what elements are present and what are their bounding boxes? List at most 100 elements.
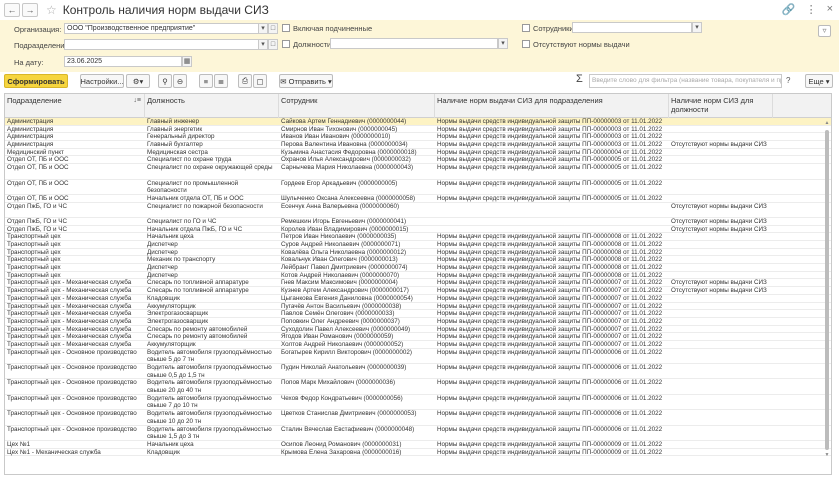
table-row[interactable]: Отдел ОТ, ПБ и ООС Специалист по охране о… <box>5 164 831 180</box>
employees-checkbox[interactable] <box>522 24 530 32</box>
include-subordinate-checkbox[interactable] <box>282 24 290 32</box>
table-row[interactable]: Администрация Генеральный директор Иванов … <box>5 133 831 142</box>
table-row[interactable]: Транспортный цех - Основное производство… <box>5 364 831 380</box>
table-row[interactable]: Транспортный цех - Механическая служба Сл… <box>5 333 831 341</box>
missing-norm-label: Отсутствуют нормы выдачи <box>533 40 630 49</box>
table-row[interactable]: Цех №1 - Механическая служба Кладовщик Кры… <box>5 449 831 457</box>
table-row[interactable]: Транспортный цех - Механическая служба Эл… <box>5 318 831 326</box>
table-row[interactable]: Администрация Главный энергетик Смирнов Ив… <box>5 126 831 134</box>
table-row[interactable]: Транспортный цех - Механическая служба Ак… <box>5 341 831 349</box>
table-row[interactable]: Транспортный цех - Основное производство… <box>5 410 831 426</box>
date-label: На дату: <box>14 58 44 67</box>
print-icon[interactable]: ⎙ <box>238 74 252 88</box>
table-row[interactable]: Отдел ОТ, ПБ и ООС Начальник отдела ОТ, П… <box>5 195 831 203</box>
link-icon[interactable]: 🔗 <box>782 3 796 16</box>
table-row[interactable]: Транспортный цех - Основное производство… <box>5 349 831 365</box>
table-row[interactable]: Цех №1 Начальник цеха Осипов Леонид Романо… <box>5 441 831 449</box>
cell-norm-subdivision: Нормы выдачи средств индивидуальной защи… <box>437 310 663 318</box>
cell-norm-subdivision: Нормы выдачи средств индивидуальной защи… <box>437 125 663 133</box>
positions-dropdown-icon[interactable]: ▾ <box>498 38 508 49</box>
subdivision-input[interactable] <box>64 39 260 50</box>
table-row[interactable]: Транспортный цех - Механическая служба Сл… <box>5 326 831 334</box>
table-row[interactable]: Администрация Главный инженер Сайкова Арте… <box>5 118 831 126</box>
search-input[interactable]: Введите слово для фильтра (название това… <box>589 74 782 88</box>
date-input[interactable]: 23.06.2025 <box>64 56 182 67</box>
table-row[interactable]: Транспортный цех - Механическая служба Сл… <box>5 279 831 288</box>
table-row[interactable]: Транспортный цех Начальник цеха Петров Ива… <box>5 233 831 242</box>
table-row[interactable]: Отдел ПжБ, ГО и ЧС Специалист по ГО и ЧС Р… <box>5 218 831 226</box>
more-menu-icon[interactable]: ⋮ <box>806 3 817 16</box>
table-row[interactable]: Отдел ОТ, ПБ и ООС Специалист по охране т… <box>5 156 831 165</box>
collapse-groups-icon[interactable]: ≣ <box>214 74 228 88</box>
table-row[interactable]: Отдел ПжБ, ГО и ЧС Специалист по пожарной… <box>5 203 831 218</box>
subdivision-dropdown-icon[interactable]: ▾ <box>258 39 268 50</box>
sum-icon[interactable]: Σ <box>576 73 583 85</box>
variants-dropdown-icon[interactable]: ⚙▾ <box>126 74 150 88</box>
employees-label: Сотрудники: <box>533 24 576 33</box>
subdivision-open-icon[interactable]: □ <box>268 39 278 50</box>
search-icon[interactable]: ⚲ <box>158 74 172 88</box>
table-row[interactable]: Транспортный цех - Механическая служба Эл… <box>5 310 831 318</box>
table-row[interactable]: Транспортный цех - Механическая служба Ак… <box>5 303 831 311</box>
table-row[interactable]: Отдел ОТ, ПБ и ООС Специалист по промышле… <box>5 180 831 195</box>
calendar-icon[interactable]: ▦ <box>182 56 192 67</box>
expand-groups-icon[interactable]: ≡ <box>199 74 213 88</box>
filter-funnel-icon[interactable]: ▿ <box>818 25 831 37</box>
favorite-star-icon[interactable]: ☆ <box>46 3 57 17</box>
column-header-employee[interactable]: Сотрудник <box>279 94 435 118</box>
cell-position: Диспетчер <box>147 264 178 272</box>
employees-dropdown-icon[interactable]: ▾ <box>692 22 702 33</box>
report-table[interactable]: Подразделение ↓≡ Должность Сотрудник Нал… <box>4 93 832 475</box>
cell-employee: Лейбрант Павел Дмитриевич (0000000074) <box>281 264 408 272</box>
cell-norm-subdivision: Нормы выдачи средств индивидуальной защи… <box>437 264 663 272</box>
table-row[interactable]: Администрация Главный бухгалтер Перова Вал… <box>5 141 831 149</box>
scroll-down-icon[interactable]: ▼ <box>824 452 830 458</box>
table-row[interactable]: Транспортный цех - Механическая служба Кл… <box>5 295 831 303</box>
preview-icon[interactable]: ▢ <box>253 74 267 88</box>
settings-button[interactable]: Настройки... <box>80 74 124 88</box>
close-icon[interactable]: × <box>827 3 833 16</box>
table-row[interactable]: Отдел ПжБ, ГО и ЧС Начальник отдела ПжБ, … <box>5 226 831 234</box>
table-row[interactable]: Транспортный цех Диспетчер Суров Андрей Ни… <box>5 241 831 249</box>
back-arrow-icon[interactable]: ← <box>4 3 20 17</box>
cell-employee: Кузьмина Анастасия Федоровна (0000000018… <box>281 148 417 156</box>
table-row[interactable]: Транспортный цех - Основное производство… <box>5 395 831 411</box>
scroll-up-icon[interactable]: ▲ <box>824 120 830 126</box>
employees-input[interactable] <box>572 22 692 33</box>
positions-input[interactable] <box>330 38 498 49</box>
column-header-subdivision[interactable]: Подразделение ↓≡ <box>5 94 145 118</box>
column-header-norm-subdivision[interactable]: Наличие норм выдачи СИЗ для подразделени… <box>435 94 669 118</box>
table-row[interactable]: Медицинский пункт Медицинская сестра Кузьм… <box>5 149 831 157</box>
help-icon[interactable]: ? <box>786 76 790 85</box>
table-row[interactable]: Транспортный цех - Основное производство… <box>5 426 831 442</box>
organization-input[interactable]: ООО "Производственное предприятие" <box>64 23 260 34</box>
table-row[interactable]: Транспортный цех Диспетчер Лейбрант Павел … <box>5 264 831 272</box>
forward-arrow-icon[interactable]: → <box>22 3 38 17</box>
column-header-norm-position[interactable]: Наличие норм СИЗ для должности <box>669 94 773 118</box>
organization-dropdown-icon[interactable]: ▾ <box>258 23 268 34</box>
table-row[interactable]: Транспортный цех Диспетчер Ковалёва Ольга … <box>5 249 831 257</box>
table-row[interactable]: Транспортный цех - Механическая служба Сл… <box>5 287 831 295</box>
cell-employee: Перова Валентина Ивановна (0000000034) <box>281 141 408 149</box>
organization-open-icon[interactable]: □ <box>268 23 278 34</box>
more-button[interactable]: Еще ▾ <box>805 74 833 88</box>
table-row[interactable]: Транспортный цех Диспетчер Котов Андрей Ни… <box>5 272 831 280</box>
cell-norm-subdivision: Нормы выдачи средств индивидуальной защи… <box>437 241 663 249</box>
sort-icon[interactable]: ↓≡ <box>133 96 141 105</box>
vertical-scrollbar[interactable]: ▲ ▼ <box>824 120 830 460</box>
search-clear-icon[interactable]: ⊖ <box>173 74 187 88</box>
scroll-thumb[interactable] <box>825 130 829 450</box>
positions-checkbox[interactable] <box>282 40 290 48</box>
cell-employee: Цыганкова Евгения Даниловна (0000000054) <box>281 294 413 302</box>
send-button[interactable]: ✉ Отправить ▾ <box>279 74 333 88</box>
cell-norm-subdivision: Нормы выдачи средств индивидуальной защи… <box>437 133 663 141</box>
table-row[interactable]: Транспортный цех - Основное производство… <box>5 379 831 395</box>
column-header-position[interactable]: Должность <box>145 94 279 118</box>
cell-subdivision: Транспортный цех - Механическая служба <box>7 325 132 333</box>
cell-subdivision: Транспортный цех - Механическая служба <box>7 333 132 341</box>
cell-position: Диспетчер <box>147 248 178 256</box>
table-row[interactable]: Транспортный цех Механик по транспорту Ков… <box>5 256 831 265</box>
missing-norm-checkbox[interactable] <box>522 40 530 48</box>
cell-subdivision: Транспортный цех - Механическая служба <box>7 317 132 325</box>
generate-button[interactable]: Сформировать <box>4 74 68 88</box>
